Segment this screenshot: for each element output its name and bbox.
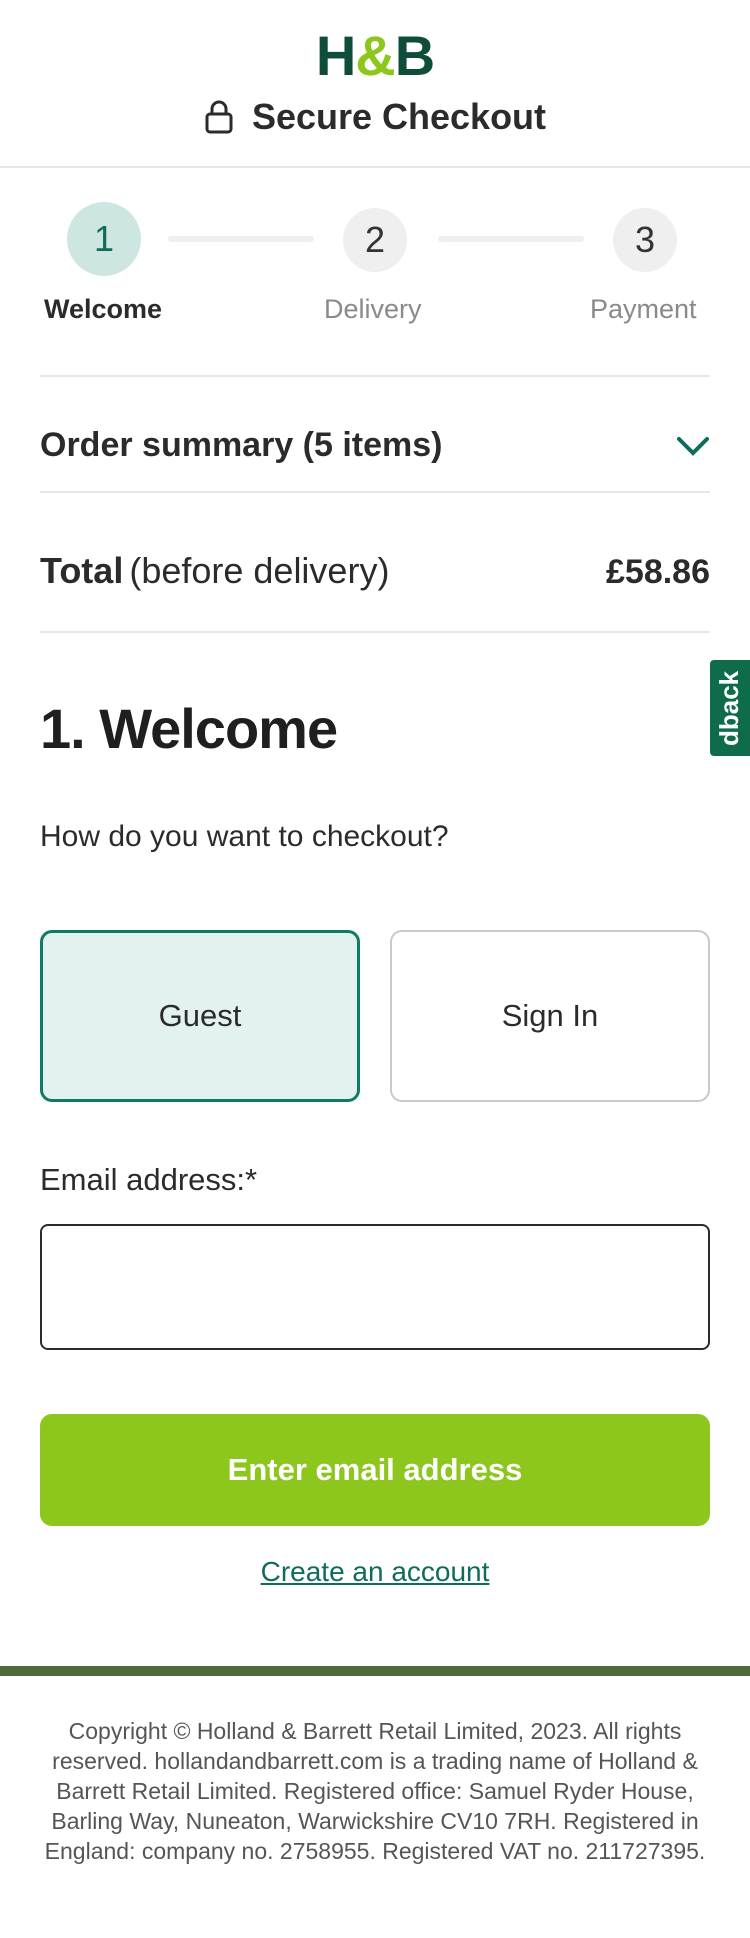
step-2-label: Delivery — [324, 294, 422, 324]
total-sublabel: (before delivery) — [129, 550, 390, 591]
order-summary-toggle[interactable]: Order summary (5 items) — [40, 426, 710, 465]
order-total: Total (before delivery) £58.86 — [40, 550, 710, 592]
divider — [40, 631, 710, 633]
section-title: 1. Welcome — [40, 697, 338, 760]
enter-email-button[interactable]: Enter email address — [40, 1414, 710, 1526]
page-header: H&B Secure Checkout — [0, 0, 750, 168]
email-field[interactable] — [40, 1224, 710, 1350]
logo-letter-h: H — [315, 24, 356, 87]
step-1-circle: 1 — [67, 202, 141, 276]
logo-ampersand: & — [355, 24, 395, 87]
total-price: £58.86 — [606, 553, 710, 591]
chevron-down-icon — [677, 436, 709, 456]
create-account-link[interactable]: Create an account — [0, 1556, 750, 1588]
brand-logo[interactable]: H&B — [0, 26, 750, 86]
email-field-label: Email address:* — [40, 1162, 258, 1197]
guest-option-button[interactable]: Guest — [40, 930, 360, 1102]
checkout-question: How do you want to checkout? — [40, 820, 449, 853]
step-connector-2 — [438, 236, 584, 242]
page-title: Secure Checkout — [251, 96, 547, 137]
secure-checkout-heading: Secure Checkout — [0, 96, 750, 138]
step-3-circle: 3 — [613, 208, 677, 272]
footer-divider-bar — [0, 1666, 750, 1676]
total-label: Total — [40, 550, 124, 591]
feedback-tab[interactable]: dback — [710, 660, 750, 756]
step-2-circle: 2 — [343, 208, 407, 272]
sign-in-option-button[interactable]: Sign In — [390, 930, 710, 1102]
order-summary-title: Order summary (5 items) — [40, 426, 443, 464]
step-1-label: Welcome — [44, 294, 163, 324]
divider — [40, 375, 710, 377]
step-3-label: Payment — [590, 294, 697, 324]
logo-letter-b: B — [394, 24, 435, 87]
copyright-text: Copyright © Holland & Barrett Retail Lim… — [44, 1718, 706, 1864]
step-connector-1 — [168, 236, 314, 242]
feedback-tab-label: dback — [714, 670, 744, 746]
checkout-progress-steps: 1 2 3 Welcome Delivery Payment — [40, 200, 710, 330]
divider — [40, 491, 710, 493]
lock-icon — [205, 100, 233, 134]
